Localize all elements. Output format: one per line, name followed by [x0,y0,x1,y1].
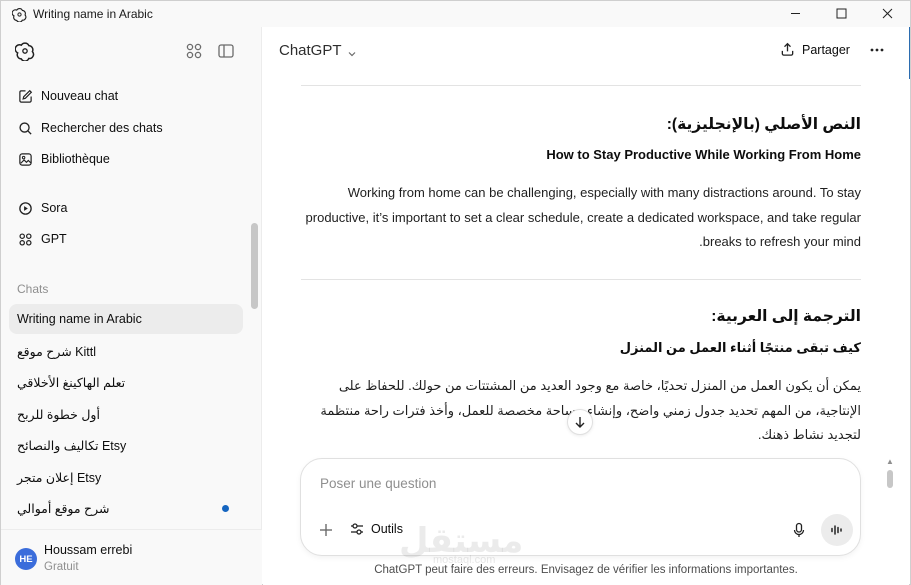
chat-item-label: Writing name in Arabic [17,312,142,326]
chatgpt-logo-icon [11,6,27,22]
user-name: Houssam errebi [44,543,133,557]
prompt-input[interactable]: Poser une question [320,476,436,491]
chats-section-label: Chats [17,282,49,296]
sidebar: Nouveau chat Rechercher des chats Biblio… [1,27,262,585]
share-icon [780,42,796,58]
library-icon [17,151,33,167]
avatar: HE [15,548,37,570]
chat-item[interactable]: أول خطوة للربح [9,399,243,429]
scroll-to-bottom-button[interactable] [567,409,593,435]
unread-indicator [222,505,229,512]
divider [301,85,861,86]
chat-item-label: تكاليف والنصائح Etsy [17,438,127,453]
chat-item[interactable]: إعلان متجر Etsy [9,462,243,492]
sidebar-item-label: Sora [41,201,68,215]
microphone-icon[interactable] [791,522,807,538]
edit-icon [17,88,33,104]
user-profile[interactable]: HE Houssam errebi Gratuit [1,529,262,585]
sidebar-item-label: Rechercher des chats [41,121,163,135]
more-options-icon[interactable] [868,41,886,59]
waveform-icon [831,525,842,535]
chat-item-writing-name[interactable]: Writing name in Arabic [9,304,243,334]
chat-item[interactable]: تكاليف والنصائح Etsy [9,430,243,460]
sliders-icon [349,521,365,537]
model-selector[interactable]: ChatGPT [279,42,357,59]
scroll-up-arrow-icon[interactable]: ▲ [886,457,894,466]
maximize-button[interactable] [818,1,864,25]
chat-item[interactable]: شرح موقع Kittl [9,336,243,366]
sidebar-item-label: Bibliothèque [41,152,110,166]
chevron-down-icon [347,46,357,56]
composer: Poser une question Outils [300,458,861,556]
sidebar-item-gpt[interactable]: GPT [9,224,243,254]
sidebar-item-sora[interactable]: Sora [9,193,243,223]
apps-grid-icon[interactable] [185,42,203,60]
divider [301,279,861,280]
sidebar-item-search-chats[interactable]: Rechercher des chats [9,113,243,143]
watermark-url: mostaql.com [433,554,496,566]
sidebar-item-label: Nouveau chat [41,89,119,103]
tools-button[interactable]: Outils [349,521,403,537]
chat-item-label: شرح موقع Kittl [17,344,97,359]
original-title: How to Stay Productive While Working Fro… [546,147,861,162]
translation-title: كيف تبقى منتجًا أثناء العمل من المنزل [619,340,861,355]
chat-item-label: تعلم الهاكينغ الأخلاقي [17,375,126,390]
chat-item[interactable]: شرح موقع أموالي [9,493,243,523]
model-name: ChatGPT [279,42,342,59]
chatgpt-logo-icon[interactable] [14,41,35,62]
sidebar-item-label: GPT [41,232,67,246]
original-paragraph: Working from home can be challenging, es… [305,185,861,249]
main-panel: ChatGPT Partager النص الأصلي (بالإنجليزي… [263,27,909,585]
sora-icon [17,200,33,216]
arrow-down-icon [575,417,585,428]
grid-icon [17,231,33,247]
plus-icon[interactable] [318,522,334,538]
disclaimer: ChatGPT peut faire des erreurs. Envisage… [374,564,798,576]
app-window: Writing name in Arabic Nouveau chat Rech… [0,0,911,585]
window-controls [772,1,910,27]
sidebar-item-library[interactable]: Bibliothèque [9,144,243,174]
share-label: Partager [802,43,850,57]
chat-item-label: إعلان متجر Etsy [17,470,102,485]
main-scrollbar[interactable] [887,470,893,488]
original-heading: النص الأصلي (بالإنجليزية): [666,116,861,133]
sidebar-item-new-chat[interactable]: Nouveau chat [9,81,243,111]
toggle-sidebar-icon[interactable] [217,42,235,60]
sidebar-header [1,27,261,75]
sidebar-scrollbar[interactable] [251,223,258,309]
chat-item-label: شرح موقع أموالي [17,501,110,516]
translation-heading: الترجمة إلى العربية: [711,308,861,325]
chat-item-label: أول خطوة للربح [17,407,100,422]
minimize-button[interactable] [772,1,818,25]
title-bar: Writing name in Arabic [1,1,910,27]
search-icon [17,120,33,136]
voice-mode-button[interactable] [821,514,853,546]
window-title: Writing name in Arabic [33,7,153,21]
close-button[interactable] [864,1,910,25]
chat-item[interactable]: تعلم الهاكينغ الأخلاقي [9,367,243,397]
main-header: ChatGPT Partager [263,27,909,75]
user-plan: Gratuit [44,561,79,573]
share-button[interactable]: Partager [780,42,850,58]
